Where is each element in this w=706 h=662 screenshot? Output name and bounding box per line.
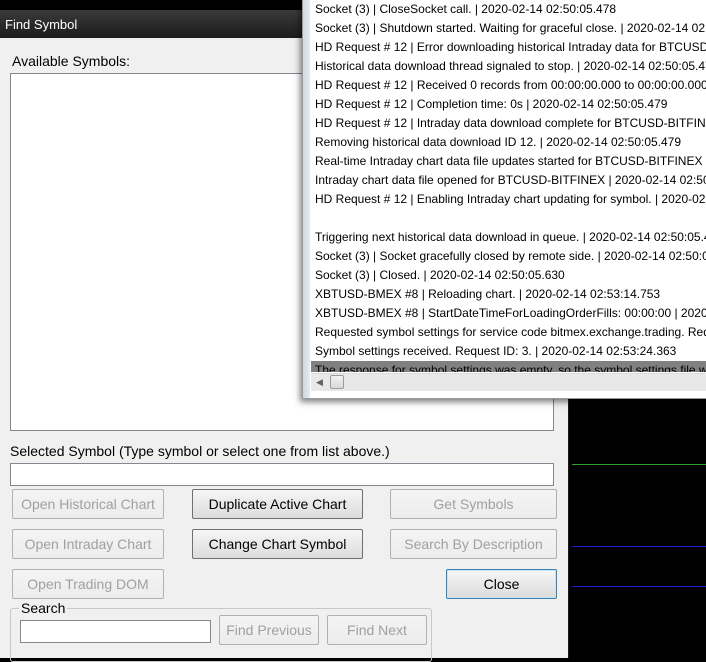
log-line[interactable]: HD Request # 12 | Error downloading hist… xyxy=(311,38,706,57)
log-line[interactable]: Socket (3) | CloseSocket call. | 2020-02… xyxy=(311,0,706,19)
change-chart-symbol-button[interactable]: Change Chart Symbol xyxy=(192,529,363,559)
chart-background xyxy=(568,398,706,658)
chart-blue-line xyxy=(572,586,706,587)
search-by-description-button[interactable]: Search By Description xyxy=(390,529,557,559)
find-previous-button[interactable]: Find Previous xyxy=(219,615,319,645)
log-line[interactable]: Removing historical data download ID 12.… xyxy=(311,133,706,152)
open-trading-dom-button[interactable]: Open Trading DOM xyxy=(12,569,164,599)
window-frame xyxy=(303,0,310,398)
log-line[interactable]: HD Request # 12 | Received 0 records fro… xyxy=(311,76,706,95)
duplicate-active-chart-button[interactable]: Duplicate Active Chart xyxy=(192,489,363,519)
log-line[interactable]: Socket (3) | Shutdown started. Waiting f… xyxy=(311,19,706,38)
log-list[interactable]: Socket (3) | CloseSocket call. | 2020-02… xyxy=(311,0,706,372)
scrollbar-thumb[interactable] xyxy=(330,375,344,389)
selected-symbol-label: Selected Symbol (Type symbol or select o… xyxy=(10,443,390,459)
get-symbols-button[interactable]: Get Symbols xyxy=(390,489,557,519)
log-line[interactable]: Socket (3) | Socket gracefully closed by… xyxy=(311,247,706,266)
chart-green-line xyxy=(572,464,706,465)
log-line[interactable]: Requested symbol settings for service co… xyxy=(311,323,706,342)
dialog-title: Find Symbol xyxy=(5,17,78,32)
find-next-button[interactable]: Find Next xyxy=(327,615,427,645)
scroll-left-arrow-icon[interactable]: ◀ xyxy=(311,374,328,391)
log-line[interactable]: Intraday chart data file opened for BTCU… xyxy=(311,171,706,190)
log-line[interactable]: Symbol settings received. Request ID: 3.… xyxy=(311,342,706,361)
open-historical-chart-button[interactable]: Open Historical Chart xyxy=(12,489,164,519)
log-line[interactable]: XBTUSD-BMEX #8 | Reloading chart. | 2020… xyxy=(311,285,706,304)
search-label: Search xyxy=(19,600,68,616)
log-line[interactable]: HD Request # 12 | Completion time: 0s | … xyxy=(311,95,706,114)
log-line[interactable]: HD Request # 12 | Intraday data download… xyxy=(311,114,706,133)
log-line[interactable]: Socket (3) | Closed. | 2020-02-14 02:50:… xyxy=(311,266,706,285)
log-line[interactable]: XBTUSD-BMEX #8 | StartDateTimeForLoading… xyxy=(311,304,706,323)
open-intraday-chart-button[interactable]: Open Intraday Chart xyxy=(12,529,164,559)
search-input[interactable] xyxy=(20,620,211,643)
close-button[interactable]: Close xyxy=(446,569,557,599)
log-line[interactable]: Historical data download thread signaled… xyxy=(311,57,706,76)
log-line[interactable]: The response for symbol settings was emp… xyxy=(311,361,706,372)
horizontal-scrollbar[interactable]: ◀ xyxy=(311,373,706,391)
log-line[interactable]: HD Request # 12 | Enabling Intraday char… xyxy=(311,190,706,209)
log-line[interactable]: Real-time Intraday chart data file updat… xyxy=(311,152,706,171)
log-line[interactable]: Triggering next historical data download… xyxy=(311,228,706,247)
available-symbols-label: Available Symbols: xyxy=(12,53,131,69)
selected-symbol-input[interactable] xyxy=(10,463,554,486)
search-group: Search Find Previous Find Next xyxy=(10,600,432,662)
log-line[interactable] xyxy=(311,209,706,228)
chart-blue-line xyxy=(572,546,706,547)
message-log-window: Socket (3) | CloseSocket call. | 2020-02… xyxy=(302,0,706,399)
